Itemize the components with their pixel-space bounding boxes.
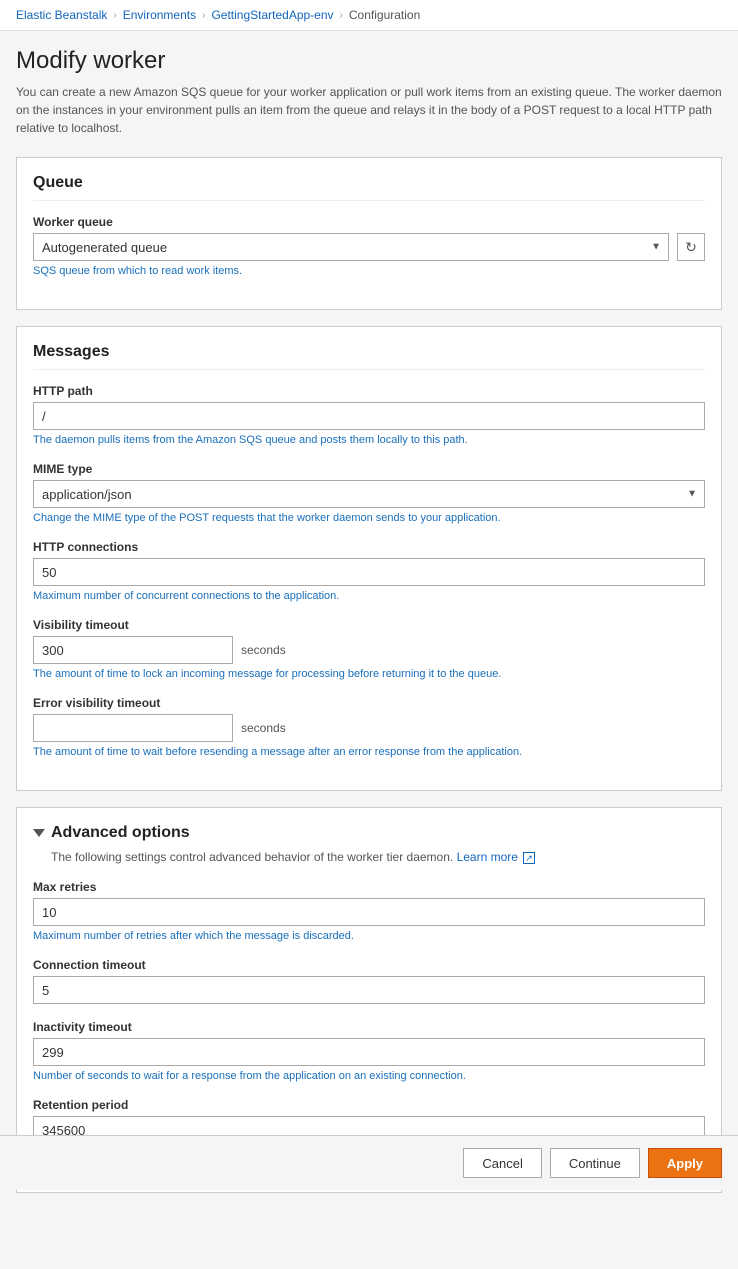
- http-path-input[interactable]: [33, 402, 705, 430]
- advanced-toggle[interactable]: Advanced options: [33, 824, 705, 842]
- http-path-hint: The daemon pulls items from the Amazon S…: [33, 434, 705, 446]
- visibility-timeout-unit: seconds: [241, 643, 286, 657]
- worker-queue-label: Worker queue: [33, 215, 705, 229]
- messages-section-title: Messages: [33, 343, 705, 370]
- breadcrumb-sep-3: ›: [340, 10, 343, 21]
- http-connections-input[interactable]: [33, 558, 705, 586]
- worker-queue-select-wrapper: Autogenerated queue ▼: [33, 233, 669, 261]
- visibility-timeout-input[interactable]: [33, 636, 233, 664]
- mime-type-hint: Change the MIME type of the POST request…: [33, 512, 705, 524]
- max-retries-field: Max retries Maximum number of retries af…: [33, 880, 705, 942]
- http-connections-hint: Maximum number of concurrent connections…: [33, 590, 705, 602]
- queue-section: Queue Worker queue Autogenerated queue ▼…: [16, 157, 722, 310]
- inactivity-timeout-field: Inactivity timeout Number of seconds to …: [33, 1020, 705, 1082]
- inactivity-timeout-label: Inactivity timeout: [33, 1020, 705, 1034]
- inactivity-timeout-hint: Number of seconds to wait for a response…: [33, 1070, 705, 1082]
- worker-queue-select[interactable]: Autogenerated queue: [33, 233, 669, 261]
- breadcrumb-app-env[interactable]: GettingStartedApp-env: [211, 8, 333, 22]
- refresh-button[interactable]: ↻: [677, 233, 705, 261]
- max-retries-label: Max retries: [33, 880, 705, 894]
- mime-type-select-wrapper: application/json application/x-www-form-…: [33, 480, 705, 508]
- visibility-timeout-field: Visibility timeout seconds The amount of…: [33, 618, 705, 680]
- error-visibility-hint: The amount of time to wait before resend…: [33, 746, 705, 758]
- connection-timeout-label: Connection timeout: [33, 958, 705, 972]
- error-visibility-field: Error visibility timeout seconds The amo…: [33, 696, 705, 758]
- http-path-label: HTTP path: [33, 384, 705, 398]
- error-visibility-label: Error visibility timeout: [33, 696, 705, 710]
- breadcrumb-elastic-beanstalk[interactable]: Elastic Beanstalk: [16, 8, 107, 22]
- mime-type-select[interactable]: application/json application/x-www-form-…: [33, 480, 705, 508]
- external-link-icon: [523, 852, 535, 864]
- mime-type-field: MIME type application/json application/x…: [33, 462, 705, 524]
- worker-queue-field: Worker queue Autogenerated queue ▼ ↻ SQS…: [33, 215, 705, 277]
- visibility-timeout-hint: The amount of time to lock an incoming m…: [33, 668, 705, 680]
- retention-period-label: Retention period: [33, 1098, 705, 1112]
- error-visibility-unit: seconds: [241, 721, 286, 735]
- http-connections-field: HTTP connections Maximum number of concu…: [33, 540, 705, 602]
- breadcrumb-sep-2: ›: [202, 10, 205, 21]
- footer-bar: Cancel Continue Apply: [0, 1135, 738, 1190]
- breadcrumb: Elastic Beanstalk › Environments › Getti…: [0, 0, 738, 31]
- breadcrumb-environments[interactable]: Environments: [123, 8, 196, 22]
- breadcrumb-sep-1: ›: [113, 10, 116, 21]
- worker-queue-hint: SQS queue from which to read work items.: [33, 265, 705, 277]
- inactivity-timeout-input[interactable]: [33, 1038, 705, 1066]
- triangle-icon: [33, 829, 45, 837]
- apply-button[interactable]: Apply: [648, 1148, 722, 1178]
- http-connections-label: HTTP connections: [33, 540, 705, 554]
- max-retries-input[interactable]: [33, 898, 705, 926]
- max-retries-hint: Maximum number of retries after which th…: [33, 930, 705, 942]
- learn-more-link[interactable]: Learn more: [457, 850, 518, 864]
- error-visibility-input[interactable]: [33, 714, 233, 742]
- breadcrumb-configuration: Configuration: [349, 8, 420, 22]
- connection-timeout-field: Connection timeout: [33, 958, 705, 1004]
- advanced-title: Advanced options: [51, 824, 190, 842]
- continue-button[interactable]: Continue: [550, 1148, 640, 1178]
- connection-timeout-input[interactable]: [33, 976, 705, 1004]
- mime-type-label: MIME type: [33, 462, 705, 476]
- http-path-field: HTTP path The daemon pulls items from th…: [33, 384, 705, 446]
- queue-section-title: Queue: [33, 174, 705, 201]
- visibility-timeout-label: Visibility timeout: [33, 618, 705, 632]
- cancel-button[interactable]: Cancel: [463, 1148, 541, 1178]
- advanced-description: The following settings control advanced …: [33, 850, 705, 864]
- page-description: You can create a new Amazon SQS queue fo…: [16, 83, 722, 137]
- messages-section: Messages HTTP path The daemon pulls item…: [16, 326, 722, 791]
- page-header: Modify worker You can create a new Amazo…: [0, 31, 738, 157]
- page-title: Modify worker: [16, 47, 722, 75]
